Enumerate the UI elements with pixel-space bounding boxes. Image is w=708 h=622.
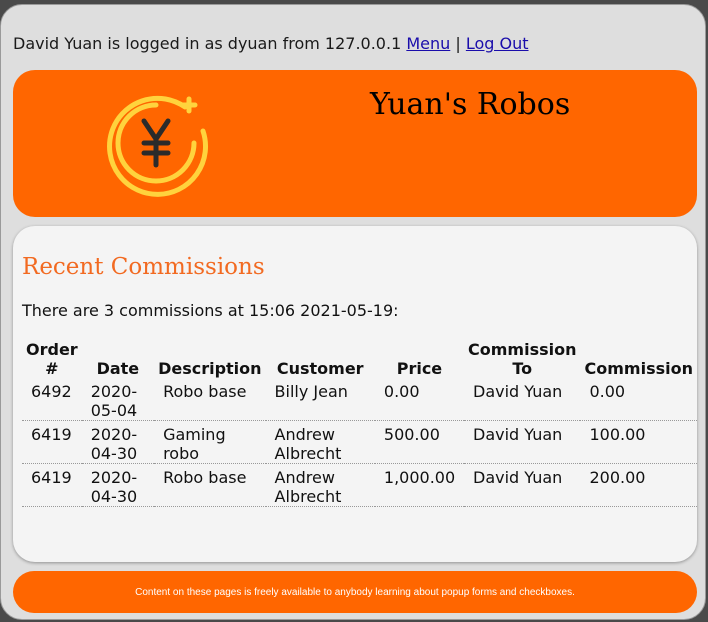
logout-link[interactable]: Log Out — [466, 34, 529, 53]
table-header-row: Order # Date Description Customer Price … — [22, 339, 697, 378]
order-cell: 6419 — [22, 420, 82, 464]
footer-text: Content on these pages is freely availab… — [135, 586, 575, 598]
customer-cell: Andrew Albrecht — [265, 420, 375, 464]
description-cell: Robo base — [154, 378, 266, 421]
customer-cell: Billy Jean — [265, 378, 375, 421]
price-cell: 1,000.00 — [374, 463, 464, 507]
table-row: 6419 2020-04-30 Gaming robo Andrew Albre… — [22, 420, 697, 464]
column-header: Price — [396, 359, 443, 378]
column-header: Order # — [26, 340, 78, 378]
column-header: Customer — [276, 359, 364, 378]
price-cell: 0.00 — [374, 378, 464, 421]
commission-to-cell: David Yuan — [464, 463, 581, 507]
site-title: Yuan's Robos — [370, 87, 571, 122]
description-cell: Gaming robo — [154, 420, 266, 464]
column-header: Date — [96, 359, 140, 378]
date-cell: 2020-04-30 — [81, 420, 155, 464]
commission-cell: 100.00 — [580, 420, 697, 464]
order-cell: 6419 — [22, 463, 82, 507]
menu-link[interactable]: Menu — [406, 34, 450, 53]
table-row: 6419 2020-04-30 Robo base Andrew Albrech… — [22, 463, 697, 507]
link-separator: | — [455, 34, 461, 53]
order-cell: 6492 — [22, 378, 82, 421]
yen-coin-icon — [107, 95, 208, 197]
commission-cell: 200.00 — [580, 463, 697, 507]
commissions-table: Order # Date Description Customer Price … — [22, 339, 697, 507]
page-title: Recent Commissions — [22, 254, 265, 280]
site-footer: Content on these pages is freely availab… — [13, 571, 697, 613]
page-frame: David Yuan is logged in as dyuan from 12… — [0, 4, 706, 620]
commission-summary: There are 3 commissions at 15:06 2021-05… — [22, 301, 399, 320]
login-text: David Yuan is logged in as dyuan from 12… — [13, 34, 402, 53]
login-status: David Yuan is logged in as dyuan from 12… — [13, 34, 529, 53]
site-header: Yuan's Robos — [13, 70, 697, 217]
main-content: Recent Commissions There are 3 commissio… — [13, 226, 697, 562]
commission-cell: 0.00 — [580, 378, 697, 421]
price-cell: 500.00 — [374, 420, 464, 464]
column-header: Commission To — [468, 340, 577, 378]
description-cell: Robo base — [154, 463, 266, 507]
customer-cell: Andrew Albrecht — [265, 463, 375, 507]
date-cell: 2020-04-30 — [81, 463, 155, 507]
column-header: Commission — [584, 359, 693, 378]
commission-to-cell: David Yuan — [464, 420, 581, 464]
column-header: Description — [158, 359, 262, 378]
table-row: 6492 2020-05-04 Robo base Billy Jean 0.0… — [22, 378, 697, 421]
commission-to-cell: David Yuan — [464, 378, 581, 421]
date-cell: 2020-05-04 — [81, 378, 155, 421]
